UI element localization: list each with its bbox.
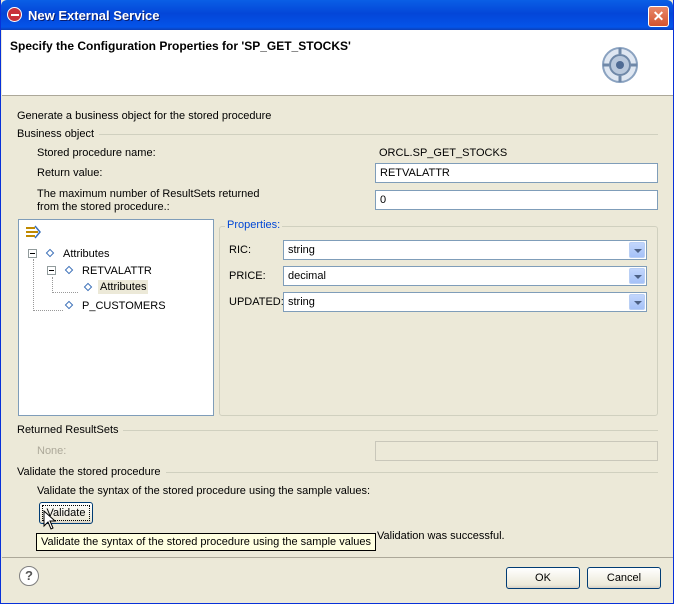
max-resultsets-label-line1: The maximum number of ResultSets returne… xyxy=(37,188,260,200)
max-resultsets-label-line2: from the stored procedure.: xyxy=(37,201,170,213)
group-divider xyxy=(123,430,658,431)
property-select-price[interactable]: decimal xyxy=(283,266,647,286)
collapse-icon[interactable] xyxy=(28,249,37,258)
wizard-gear-icon xyxy=(602,47,638,83)
select-value: string xyxy=(288,244,315,256)
max-resultsets-input[interactable]: 0 xyxy=(375,190,658,210)
tree-node-label: P_CUSTOMERS xyxy=(82,300,166,312)
attribute-diamond-icon xyxy=(64,265,74,275)
page-title: Specify the Configuration Properties for… xyxy=(10,39,351,53)
tree-connector xyxy=(52,292,78,293)
attribute-diamond-icon xyxy=(64,300,74,310)
select-value: decimal xyxy=(288,270,326,282)
validation-status: Validation was successful. xyxy=(377,530,505,542)
tree-connector xyxy=(33,310,63,311)
property-label-updated: UPDATED: xyxy=(229,296,284,308)
returned-resultsets-group-label: Returned ResultSets xyxy=(17,424,119,436)
help-icon[interactable]: ? xyxy=(19,566,39,586)
group-divider xyxy=(166,472,658,473)
sp-name-label: Stored procedure name: xyxy=(37,147,156,159)
attribute-diamond-icon xyxy=(83,282,93,292)
collapse-icon[interactable] xyxy=(47,266,56,275)
group-divider xyxy=(99,134,658,135)
return-value-input[interactable]: RETVALATTR xyxy=(375,163,658,183)
dropdown-arrow-icon[interactable] xyxy=(629,294,645,310)
validate-tooltip: Validate the syntax of the stored proced… xyxy=(36,533,376,551)
validate-description: Validate the syntax of the stored proced… xyxy=(37,485,371,497)
window-title: New External Service xyxy=(28,8,160,23)
intro-text: Generate a business object for the store… xyxy=(17,110,272,122)
business-object-group-label: Business object xyxy=(17,128,95,140)
select-value: string xyxy=(288,296,315,308)
property-label-ric: RIC: xyxy=(229,244,251,256)
close-button[interactable]: ✕ xyxy=(648,6,669,27)
tree-connector xyxy=(33,259,34,311)
tree-node-label: RETVALATTR xyxy=(82,265,152,277)
attribute-diamond-icon xyxy=(45,248,55,258)
dropdown-arrow-icon[interactable] xyxy=(629,242,645,258)
validate-group-label: Validate the stored procedure xyxy=(17,466,161,478)
property-label-price: PRICE: xyxy=(229,270,266,282)
collapse-all-icon[interactable] xyxy=(25,225,41,239)
wizard-header: Specify the Configuration Properties for… xyxy=(2,30,673,96)
attributes-tree[interactable]: Attributes RETVALATTR Attributes P_CUSTO… xyxy=(18,219,214,416)
footer-divider xyxy=(2,557,673,558)
sp-name-value: ORCL.SP_GET_STOCKS xyxy=(379,147,508,159)
returned-resultsets-field xyxy=(375,441,658,461)
tree-connector xyxy=(52,277,53,293)
cancel-button[interactable]: Cancel xyxy=(587,567,661,589)
properties-legend: Properties: xyxy=(225,219,283,231)
ok-button[interactable]: OK xyxy=(506,567,580,589)
dialog-window: New External Service ✕ Specify the Confi… xyxy=(0,0,674,604)
tree-node-label: Attributes xyxy=(98,280,149,294)
return-value-label: Return value: xyxy=(37,167,103,179)
dropdown-arrow-icon[interactable] xyxy=(629,268,645,284)
property-select-updated[interactable]: string xyxy=(283,292,647,312)
app-icon xyxy=(7,7,22,22)
title-bar[interactable]: New External Service ✕ xyxy=(1,0,673,30)
tree-node-label: Attributes xyxy=(63,248,110,260)
property-select-ric[interactable]: string xyxy=(283,240,647,260)
none-label: None: xyxy=(37,445,67,457)
mouse-cursor-icon xyxy=(43,510,57,530)
